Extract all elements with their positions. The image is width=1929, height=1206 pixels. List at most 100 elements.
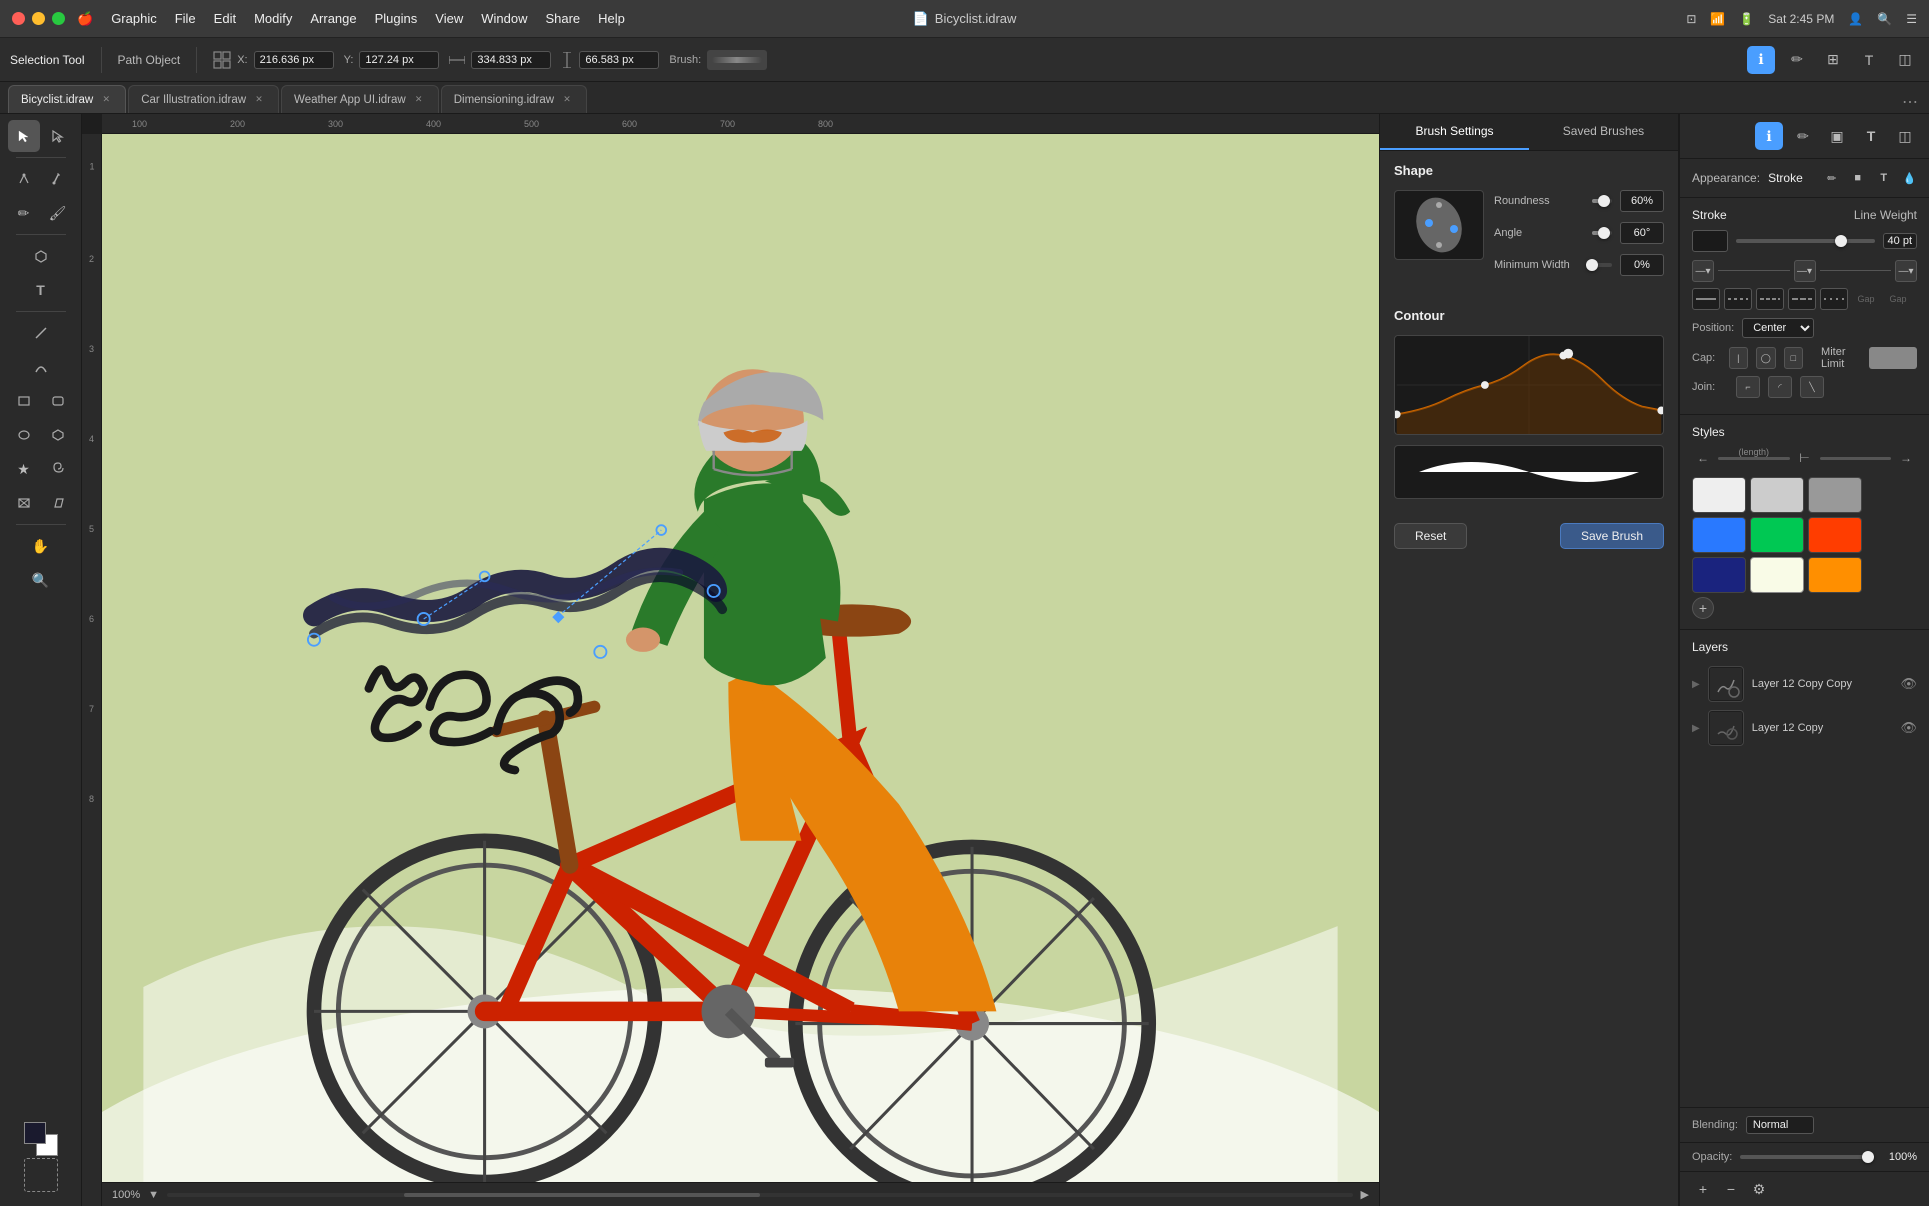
- menu-view[interactable]: View: [435, 11, 463, 27]
- canvas-content[interactable]: [102, 134, 1379, 1182]
- menu-file[interactable]: File: [175, 11, 196, 27]
- y-value[interactable]: 127.24 px: [359, 51, 439, 69]
- tab-close-dimensioning[interactable]: ✕: [560, 93, 574, 107]
- brush-preview[interactable]: [707, 50, 767, 70]
- dash-dashed-1[interactable]: [1756, 288, 1784, 310]
- line-weight-slider[interactable]: [1736, 239, 1875, 243]
- ellipse-tool[interactable]: [8, 419, 40, 451]
- maximize-button[interactable]: [52, 12, 65, 25]
- dash-dashed-2[interactable]: [1788, 288, 1816, 310]
- layer-item-1[interactable]: ▶ Layer 12 Copy Copy 👁: [1692, 662, 1917, 706]
- square-icon[interactable]: ■: [1847, 167, 1869, 189]
- position-select[interactable]: Center Inside Outside: [1742, 318, 1814, 338]
- grid-button[interactable]: ⊞: [1819, 46, 1847, 74]
- layer-expand-1[interactable]: ▶: [1692, 679, 1700, 690]
- fill-icon-btn[interactable]: ▣: [1823, 122, 1851, 150]
- menu-plugins[interactable]: Plugins: [375, 11, 418, 27]
- dash-dropdown-3[interactable]: —▾: [1895, 260, 1917, 282]
- text-icon-btn[interactable]: T: [1857, 122, 1885, 150]
- user-icon[interactable]: 👤: [1848, 12, 1863, 26]
- save-brush-button[interactable]: Save Brush: [1560, 523, 1664, 549]
- tab-close-bicyclist[interactable]: ✕: [99, 93, 113, 107]
- polygon-tool[interactable]: [42, 419, 74, 451]
- blending-select[interactable]: Normal Multiply Screen Overlay: [1746, 1116, 1814, 1134]
- dash-dotted[interactable]: [1724, 288, 1752, 310]
- 3d-tool[interactable]: [25, 240, 57, 272]
- stroke-color-swatch[interactable]: [1692, 230, 1728, 252]
- join-round[interactable]: ◜: [1768, 376, 1792, 398]
- dash-dropdown[interactable]: —▾: [1692, 260, 1714, 282]
- cap-square[interactable]: □: [1784, 347, 1803, 369]
- node-tool[interactable]: [8, 163, 40, 195]
- layers-button[interactable]: ◫: [1891, 46, 1919, 74]
- add-layer-button[interactable]: +: [1692, 1178, 1714, 1200]
- style-swatch-orange-red[interactable]: [1808, 517, 1862, 553]
- tab-close-weather[interactable]: ✕: [412, 93, 426, 107]
- dropper-icon[interactable]: 💧: [1899, 167, 1921, 189]
- roundness-slider[interactable]: [1592, 199, 1612, 203]
- rect-frame-tool[interactable]: [8, 487, 40, 519]
- length-bracket-btn[interactable]: ⊢: [1794, 447, 1816, 469]
- tab-weather[interactable]: Weather App UI.idraw ✕: [281, 85, 439, 113]
- join-miter[interactable]: ⌐: [1736, 376, 1760, 398]
- contour-graph[interactable]: [1394, 335, 1664, 435]
- menu-help[interactable]: Help: [598, 11, 625, 27]
- info-button[interactable]: ℹ: [1747, 46, 1775, 74]
- reset-button[interactable]: Reset: [1394, 523, 1467, 549]
- angle-slider[interactable]: [1592, 231, 1612, 235]
- hand-tool[interactable]: ✋: [25, 530, 57, 562]
- spiral-tool[interactable]: [42, 453, 74, 485]
- color-swatch-stack[interactable]: [24, 1122, 58, 1156]
- rounded-rect-tool[interactable]: [42, 385, 74, 417]
- style-button[interactable]: ✏: [1783, 46, 1811, 74]
- layer-expand-2[interactable]: ▶: [1692, 723, 1700, 734]
- tab-bicyclist[interactable]: Bicyclist.idraw ✕: [8, 85, 126, 113]
- add-style-button[interactable]: +: [1692, 597, 1714, 619]
- scroll-h[interactable]: [167, 1193, 1353, 1197]
- h-value[interactable]: 66.583 px: [579, 51, 659, 69]
- airplay-icon[interactable]: ⊡: [1686, 12, 1696, 26]
- style-swatch-light[interactable]: [1750, 477, 1804, 513]
- opacity-slider[interactable]: [1740, 1155, 1874, 1159]
- style-swatch-orange[interactable]: [1808, 557, 1862, 593]
- transform-button[interactable]: T: [1855, 46, 1883, 74]
- style-swatch-white[interactable]: [1692, 477, 1746, 513]
- selection-tool[interactable]: [8, 120, 40, 152]
- min-width-slider[interactable]: [1592, 263, 1612, 267]
- arrow-right-btn[interactable]: →: [1895, 447, 1917, 469]
- minimize-button[interactable]: [32, 12, 45, 25]
- pen-tool[interactable]: [42, 163, 74, 195]
- rect-tool[interactable]: [8, 385, 40, 417]
- shear-tool[interactable]: [42, 487, 74, 519]
- min-width-value[interactable]: 0%: [1620, 254, 1664, 276]
- controls-icon[interactable]: ☰: [1906, 12, 1917, 26]
- angle-value[interactable]: 60°: [1620, 222, 1664, 244]
- zoom-decrease[interactable]: ▼: [148, 1189, 159, 1201]
- style-swatch-dark-blue[interactable]: [1692, 557, 1746, 593]
- w-value[interactable]: 334.833 px: [471, 51, 551, 69]
- style-swatch-light-yellow[interactable]: [1750, 557, 1804, 593]
- layer-item-2[interactable]: ▶ Layer 12 Copy 👁: [1692, 706, 1917, 750]
- layers-icon-btn[interactable]: ◫: [1891, 122, 1919, 150]
- menu-window[interactable]: Window: [481, 11, 527, 27]
- zoom-tool[interactable]: 🔍: [25, 564, 57, 596]
- menu-edit[interactable]: Edit: [214, 11, 236, 27]
- arrow-left-btn[interactable]: ←: [1692, 447, 1714, 469]
- text-tool[interactable]: T: [25, 274, 57, 306]
- star-tool[interactable]: ★: [8, 453, 40, 485]
- layer-settings-button[interactable]: ⚙: [1748, 1178, 1770, 1200]
- opacity-thumb[interactable]: [1862, 1151, 1874, 1163]
- tab-car[interactable]: Car Illustration.idraw ✕: [128, 85, 279, 113]
- join-bevel[interactable]: ╲: [1800, 376, 1824, 398]
- miter-input[interactable]: [1869, 347, 1917, 369]
- apple-menu[interactable]: 🍎: [77, 11, 93, 27]
- line-weight-thumb[interactable]: [1835, 235, 1847, 247]
- fill-swatch-fg[interactable]: [24, 1122, 46, 1144]
- delete-layer-button[interactable]: −: [1720, 1178, 1742, 1200]
- layer-visibility-2[interactable]: 👁: [1900, 720, 1917, 736]
- menu-modify[interactable]: Modify: [254, 11, 292, 27]
- brush-tool[interactable]: 🖌: [42, 197, 74, 229]
- cap-round[interactable]: ◯: [1756, 347, 1775, 369]
- cap-butt[interactable]: |: [1729, 347, 1748, 369]
- menu-arrange[interactable]: Arrange: [310, 11, 356, 27]
